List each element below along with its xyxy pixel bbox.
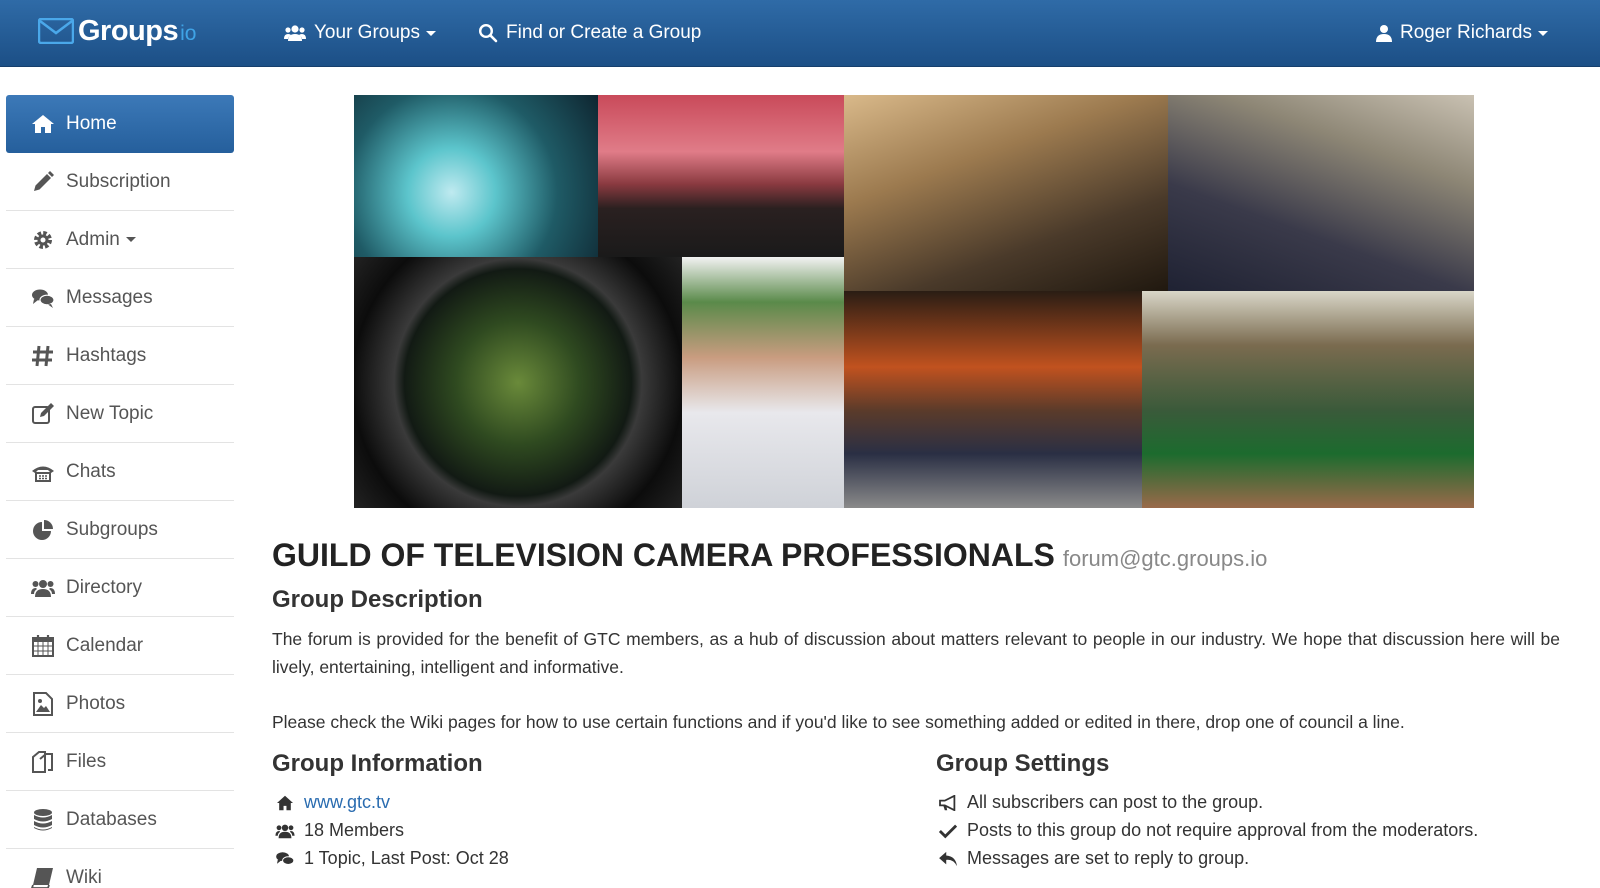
reply-icon (936, 851, 960, 867)
comments-icon (273, 851, 297, 867)
sidebar-item-subscription[interactable]: Subscription (6, 153, 234, 211)
sidebar-item-hashtags[interactable]: Hashtags (6, 327, 234, 385)
users-icon (284, 25, 306, 41)
sidebar-item-label: Wiki (66, 866, 102, 888)
home-icon (273, 795, 297, 811)
user-name: Roger Richards (1400, 22, 1532, 43)
calendar-icon (30, 633, 56, 659)
database-icon (30, 807, 56, 833)
sidebar-nav: Home Subscription Admin Messages Hashtag… (6, 95, 234, 888)
setting-row-approval: Posts to this group do not require appro… (936, 820, 1478, 841)
sidebar-item-label: Calendar (66, 634, 144, 656)
setting-reply-text: Messages are set to reply to group. (967, 848, 1250, 868)
sidebar-item-databases[interactable]: Databases (6, 791, 234, 849)
group-description-heading: Group Description (272, 586, 483, 613)
sidebar-item-files[interactable]: Files (6, 733, 234, 791)
your-groups-label: Your Groups (314, 22, 420, 43)
group-email: forum@gtc.groups.io (1062, 546, 1268, 571)
files-icon (30, 749, 56, 775)
hashtag-icon (30, 343, 56, 369)
photo-icon (30, 691, 56, 717)
cameraman-headset-photo (682, 257, 844, 508)
group-information-heading: Group Information (272, 750, 483, 777)
sidebar-item-chats[interactable]: Chats (6, 443, 234, 501)
search-icon (478, 23, 498, 43)
brand-suffix: io (180, 22, 197, 45)
comments-icon (30, 285, 56, 311)
sidebar-item-subgroups[interactable]: Subgroups (6, 501, 234, 559)
sidebar-item-label: Photos (66, 692, 126, 714)
sidebar-item-home[interactable]: Home (6, 95, 234, 153)
group-website-row: www.gtc.tv (273, 792, 390, 813)
group-settings-heading: Group Settings (936, 750, 1110, 777)
studio-photo (354, 95, 598, 257)
group-members-row: 18 Members (273, 820, 404, 841)
sidebar-item-label: Subscription (66, 170, 171, 192)
find-create-group-link[interactable]: Find or Create a Group (478, 16, 701, 50)
sidebar-item-new-topic[interactable]: New Topic (6, 385, 234, 443)
emergency-scene-photo (844, 291, 1142, 508)
cathedral-camera-photo (1168, 95, 1474, 291)
event-camera-photo (1142, 291, 1474, 508)
pencil-icon (30, 169, 56, 195)
group-topics-summary[interactable]: 1 Topic, Last Post: Oct 28 (304, 848, 509, 869)
edit-icon (30, 401, 56, 427)
sidebar-item-label: New Topic (66, 402, 154, 424)
sidebar-item-wiki[interactable]: Wiki (6, 849, 234, 888)
gear-icon (30, 227, 56, 253)
sidebar-item-admin[interactable]: Admin (6, 211, 234, 269)
sidebar-item-label: Databases (66, 808, 157, 830)
sidebar-item-label: Hashtags (66, 344, 147, 366)
chevron-down-icon (425, 30, 436, 36)
setting-approval-text: Posts to this group do not require appro… (967, 820, 1479, 840)
find-create-label: Find or Create a Group (506, 22, 702, 43)
sidebar-item-messages[interactable]: Messages (6, 269, 234, 327)
group-members-count[interactable]: 18 Members (304, 820, 404, 841)
envelope-logo-icon (38, 18, 74, 44)
chevron-down-icon (1538, 30, 1548, 36)
top-navbar: Groups io Your Groups Find or Create a G… (0, 0, 1600, 67)
book-icon (30, 865, 56, 888)
pie-chart-icon (30, 517, 56, 543)
bullhorn-icon (936, 794, 960, 811)
group-name: GUILD OF TELEVISION CAMERA PROFESSIONALS (272, 537, 1055, 573)
brand-name: Groups (78, 14, 179, 47)
group-description-paragraph-1: The forum is provided for the benefit of… (272, 629, 1560, 677)
sidebar-item-directory[interactable]: Directory (6, 559, 234, 617)
sidebar-item-label: Chats (66, 460, 116, 482)
sidebar-item-label: Messages (66, 286, 153, 308)
church-crew-photo (844, 95, 1168, 291)
setting-posting-text: All subscribers can post to the group. (967, 792, 1264, 812)
page-title: GUILD OF TELEVISION CAMERA PROFESSIONALS… (272, 537, 1267, 574)
chevron-down-icon (125, 237, 136, 242)
users-icon (273, 823, 297, 839)
lens-closeup-photo (354, 257, 682, 508)
sidebar-item-label: Subgroups (66, 518, 158, 540)
group-website-link[interactable]: www.gtc.tv (304, 792, 390, 813)
user-menu[interactable]: Roger Richards (1376, 16, 1548, 50)
user-icon (1376, 25, 1392, 42)
group-description-paragraph-2: Please check the Wiki pages for how to u… (272, 712, 1405, 732)
sidebar-item-label: Files (66, 750, 107, 772)
group-topics-row: 1 Topic, Last Post: Oct 28 (273, 848, 509, 869)
sidebar-item-label: Home (66, 113, 117, 134)
sidebar-item-label: Directory (66, 576, 143, 598)
users-icon (30, 575, 56, 601)
setting-row-posting: All subscribers can post to the group. (936, 792, 1263, 813)
sidebar-item-label: Admin (66, 228, 120, 250)
check-icon (936, 823, 960, 839)
sidebar-item-calendar[interactable]: Calendar (6, 617, 234, 675)
home-icon (30, 111, 56, 137)
group-cover-image (354, 95, 1474, 508)
setting-row-reply: Messages are set to reply to group. (936, 848, 1249, 869)
brand-logo[interactable]: Groups io (38, 11, 196, 51)
your-groups-menu[interactable]: Your Groups (284, 16, 436, 50)
chat-icon (30, 459, 56, 485)
sidebar-item-photos[interactable]: Photos (6, 675, 234, 733)
stadium-camera-photo (598, 95, 844, 257)
